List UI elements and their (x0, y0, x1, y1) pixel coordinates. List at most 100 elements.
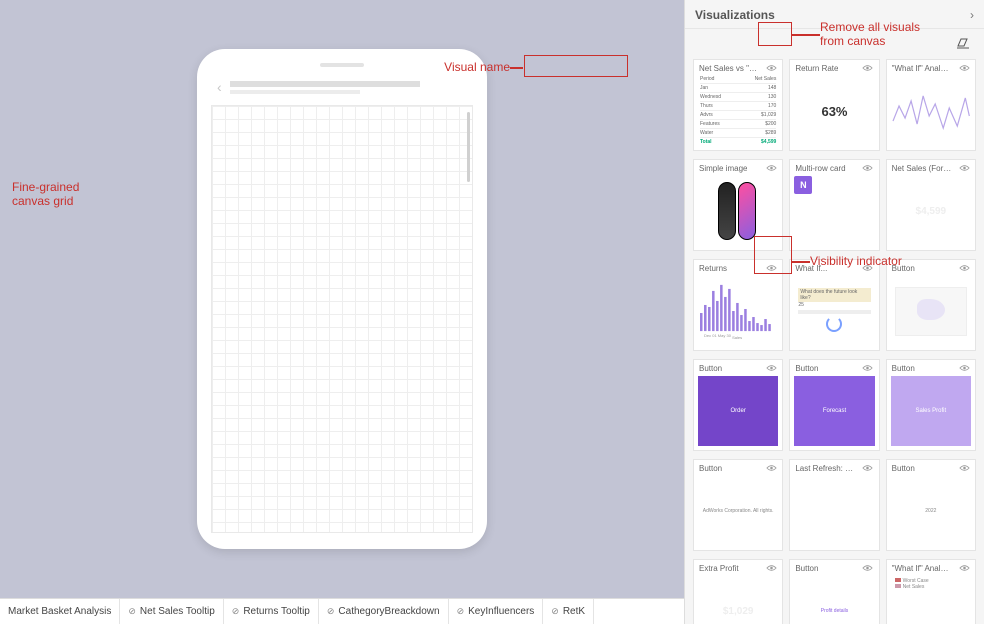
visual-tile[interactable]: Button Profit details (789, 559, 879, 624)
visibility-indicator-icon[interactable] (862, 263, 874, 273)
visual-tile[interactable]: Multi-row card N (789, 159, 879, 251)
tile-preview: Sales Profit (891, 376, 971, 446)
tile-title: Button (699, 364, 722, 373)
visual-tile[interactable]: Button 2022 (886, 459, 976, 551)
tile-title: Button (892, 364, 915, 373)
svg-text:Sales: Sales (732, 335, 742, 340)
visibility-indicator-icon[interactable] (862, 463, 874, 473)
tile-preview: $4,599 (891, 176, 971, 246)
tab-label: RetK (563, 606, 585, 617)
visual-tile[interactable]: Button AdWorks Corporation. All rights. (693, 459, 783, 551)
tile-preview (891, 76, 971, 146)
tile-title: "What If" Analysi... (892, 64, 952, 73)
phone-header: ‹ (211, 75, 473, 99)
tile-title: Button (795, 364, 818, 373)
visibility-indicator-icon[interactable] (958, 463, 970, 473)
tile-preview: Order (698, 376, 778, 446)
visual-tile[interactable]: What If...What does the future look like… (789, 259, 879, 351)
tooltip-page-icon: ⊘ (232, 606, 240, 617)
tile-title: Simple image (699, 164, 747, 173)
visibility-indicator-icon[interactable] (862, 63, 874, 73)
canvas-area: ‹ Market Basket Analysis ⊘Net Sales Toolt… (0, 0, 684, 624)
tile-title: Net Sales vs "W... (699, 64, 759, 73)
report-tab[interactable]: ⊘KeyInfluencers (449, 599, 544, 624)
visibility-indicator-icon[interactable] (862, 163, 874, 173)
visibility-indicator-icon[interactable] (958, 563, 970, 573)
tile-title: Button (699, 464, 722, 473)
tile-preview: AdWorks Corporation. All rights. (698, 476, 778, 546)
phone-speaker (320, 63, 364, 67)
tile-title: Net Sales (Forec... (892, 164, 952, 173)
tile-title: "What If" Analysi... (892, 564, 952, 573)
tile-preview: Worst CaseNet Sales (891, 576, 971, 624)
tab-label: Market Basket Analysis (8, 606, 111, 617)
eraser-icon (956, 37, 970, 49)
visual-tile[interactable]: Extra Profit $1,029 (693, 559, 783, 624)
visibility-indicator-icon[interactable] (958, 163, 970, 173)
phone-canvas-wrap: ‹ (0, 0, 684, 598)
report-tab[interactable]: ⊘ RetK (543, 599, 594, 624)
tooltip-page-icon: ⊘ (128, 606, 136, 617)
visual-tile[interactable]: Last Refresh: Jun... (789, 459, 879, 551)
report-tab[interactable]: ⊘Net Sales Tooltip (120, 599, 223, 624)
visibility-indicator-icon[interactable] (958, 363, 970, 373)
tile-preview: Dec 01 May 30Sales (698, 276, 778, 346)
tile-preview: 2022 (891, 476, 971, 546)
app-icon: N (794, 176, 812, 194)
phone-title-placeholder (230, 81, 467, 94)
tile-preview: Map (891, 276, 971, 346)
visual-tile[interactable]: Button Sales Profit (886, 359, 976, 451)
visibility-indicator-icon[interactable] (862, 563, 874, 573)
visibility-indicator-icon[interactable] (765, 563, 777, 573)
visual-tile[interactable]: "What If" Analysi... (886, 59, 976, 151)
tile-preview: $1,029 (698, 576, 778, 624)
tab-label: CathegoryBreackdown (338, 606, 439, 617)
visual-tile[interactable]: Button Forecast (789, 359, 879, 451)
visibility-indicator-icon[interactable] (862, 363, 874, 373)
panel-title: Visualizations (695, 8, 775, 22)
tile-title: Button (795, 564, 818, 573)
visibility-indicator-icon[interactable] (765, 363, 777, 373)
tile-preview: N (794, 176, 874, 246)
visual-tile[interactable]: Button Map (886, 259, 976, 351)
visual-tile[interactable]: Button Order (693, 359, 783, 451)
tile-preview: 63% (794, 76, 874, 146)
tile-title: Extra Profit (699, 564, 739, 573)
tooltip-page-icon: ⊘ (551, 606, 559, 617)
chevron-right-icon[interactable]: › (970, 8, 974, 22)
visibility-indicator-icon[interactable] (765, 463, 777, 473)
tile-title: Last Refresh: Jun... (795, 464, 855, 473)
tooltip-page-icon: ⊘ (457, 606, 465, 617)
visibility-indicator-icon[interactable] (958, 63, 970, 73)
tile-preview: PeriodNet SalesJan148Wednesd130Thurs170A… (698, 76, 778, 146)
annotation-box-visibility (754, 236, 792, 274)
visibility-indicator-icon[interactable] (765, 63, 777, 73)
tile-preview: Forecast (794, 376, 874, 446)
annotation-box-remove-all (758, 22, 792, 46)
remove-all-visuals-button[interactable] (952, 33, 974, 53)
phone-frame: ‹ (197, 49, 487, 549)
tile-title: Returns (699, 264, 727, 273)
tile-title: Return Rate (795, 64, 838, 73)
report-tab[interactable]: Market Basket Analysis (0, 599, 120, 624)
svg-text:Dec 01 May 30: Dec 01 May 30 (704, 333, 732, 338)
tile-title: Multi-row card (795, 164, 845, 173)
back-chevron-icon[interactable]: ‹ (217, 79, 222, 95)
report-tab[interactable]: ⊘Returns Tooltip (224, 599, 319, 624)
tab-label: KeyInfluencers (468, 606, 534, 617)
tile-title: What If... (795, 264, 827, 273)
visual-tile[interactable]: Net Sales (Forec... $4,599 (886, 159, 976, 251)
canvas-scrollbar[interactable] (467, 112, 470, 182)
visual-tile[interactable]: Return Rate 63% (789, 59, 879, 151)
tile-preview: Profit details (794, 576, 874, 624)
visual-tile[interactable]: Net Sales vs "W... PeriodNet SalesJan148W… (693, 59, 783, 151)
canvas-grid[interactable] (211, 105, 473, 533)
tile-preview (794, 476, 874, 546)
visual-tile[interactable]: "What If" Analysi... Worst CaseNet Sales (886, 559, 976, 624)
tile-title: Button (892, 464, 915, 473)
visibility-indicator-icon[interactable] (958, 263, 970, 273)
visibility-indicator-icon[interactable] (765, 163, 777, 173)
report-tab[interactable]: ⊘CathegoryBreackdown (319, 599, 449, 624)
visual-tiles[interactable]: Net Sales vs "W... PeriodNet SalesJan148W… (685, 59, 984, 624)
tile-title: Button (892, 264, 915, 273)
